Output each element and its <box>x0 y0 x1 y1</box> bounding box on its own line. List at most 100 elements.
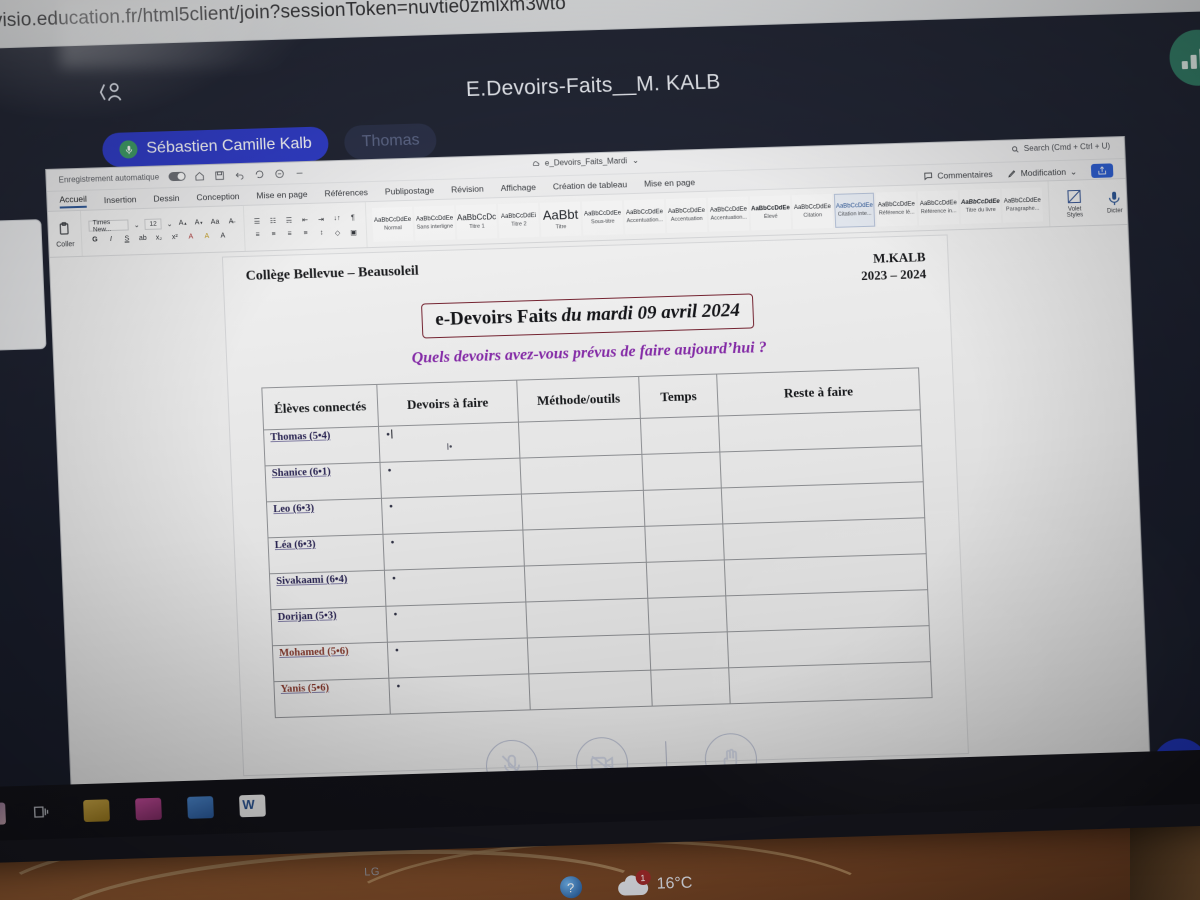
style-sous-titre[interactable]: AaBbCcDdEe Sous-titre <box>581 199 624 236</box>
methode-cell[interactable] <box>519 454 644 495</box>
align-left-icon[interactable]: ≡ <box>252 229 263 240</box>
tab-conception[interactable]: Conception <box>196 191 239 202</box>
media-app-icon[interactable] <box>135 797 162 821</box>
reste-cell[interactable] <box>718 409 922 452</box>
reste-cell[interactable] <box>719 445 924 488</box>
sort-icon[interactable]: ↓↑ <box>331 213 342 224</box>
italic-icon[interactable]: I <box>105 234 116 245</box>
tab-affichage[interactable]: Affichage <box>500 181 536 192</box>
superscript-icon[interactable]: x² <box>169 232 180 243</box>
thumbnail-preview-icon[interactable] <box>0 802 7 826</box>
document-page[interactable]: Collège Bellevue – Beausoleil M.KALB 202… <box>221 234 969 777</box>
folder-icon[interactable] <box>83 799 110 823</box>
style-accentuation-2[interactable]: AaBbCcDdEe Accentuation <box>665 197 708 233</box>
font-name-input[interactable]: Times New... <box>88 219 130 233</box>
participant-pill-attendee[interactable]: Thomas <box>344 123 438 160</box>
grow-font-icon[interactable]: A ▲ <box>177 218 188 229</box>
help-icon[interactable]: ? <box>559 875 583 899</box>
tab-mise-en-page[interactable]: Mise en page <box>256 188 307 200</box>
devoirs-cell[interactable]: • I• <box>378 422 520 463</box>
home-icon[interactable] <box>194 170 205 181</box>
chevron-down-icon[interactable]: ⌄ <box>167 220 173 228</box>
clear-formatting-icon[interactable]: A̶ <box>225 216 236 227</box>
multilevel-list-icon[interactable]: ☴ <box>283 214 294 225</box>
underline-icon[interactable]: S <box>121 233 132 244</box>
tab-dessin[interactable]: Dessin <box>153 192 179 203</box>
reste-cell[interactable] <box>721 481 925 524</box>
redo-icon[interactable] <box>254 168 265 179</box>
reste-cell[interactable] <box>724 553 928 596</box>
style-reference-legere[interactable]: AaBbCcDdEe Référence lé... <box>875 190 918 227</box>
show-marks-icon[interactable]: ¶ <box>347 212 358 223</box>
tab-accueil[interactable]: Accueil <box>59 193 88 209</box>
font-color-icon[interactable]: A <box>217 230 228 241</box>
devoirs-cell[interactable]: • <box>384 566 526 607</box>
chevron-down-icon[interactable]: ⌄ <box>134 221 140 229</box>
minimize-ribbon-icon[interactable] <box>274 168 285 179</box>
autosave-toggle[interactable] <box>167 171 186 182</box>
temps-cell[interactable] <box>644 523 725 563</box>
font-size-input[interactable]: 12 <box>144 218 162 230</box>
text-effects-icon[interactable]: A <box>185 231 196 242</box>
blue-app-icon[interactable] <box>187 796 214 819</box>
bold-icon[interactable]: G <box>89 234 100 245</box>
increase-indent-icon[interactable]: ⇥ <box>315 213 326 224</box>
devoirs-cell[interactable]: • <box>379 458 522 499</box>
word-icon[interactable] <box>239 794 266 818</box>
devoirs-cell[interactable]: • <box>381 494 523 535</box>
tab-references[interactable]: Références <box>324 187 368 198</box>
style-titre[interactable]: AaBbt Titre <box>540 201 582 237</box>
style-citation[interactable]: AaBbCcDdEe Citation <box>791 193 834 229</box>
shading-icon[interactable]: ◇ <box>332 227 343 238</box>
temps-cell[interactable] <box>649 631 729 671</box>
tab-publipostage[interactable]: Publipostage <box>385 185 435 196</box>
reste-cell[interactable] <box>722 517 927 560</box>
tab-revision[interactable]: Révision <box>451 183 484 194</box>
editor-button[interactable]: Rédacteur <box>1139 188 1151 213</box>
bullet-list-icon[interactable]: ☰ <box>251 215 262 226</box>
editing-mode-button[interactable]: Modification ⌄ <box>1006 166 1077 179</box>
highlight-icon[interactable]: A <box>201 231 212 242</box>
chevron-down-icon[interactable]: ⌄ <box>632 156 639 165</box>
temps-cell[interactable] <box>641 451 722 491</box>
temps-cell[interactable] <box>640 416 720 455</box>
numbered-list-icon[interactable]: ☷ <box>267 215 278 226</box>
style-normal[interactable]: AaBbCcDdEe Normal <box>372 206 414 242</box>
style-titre-du-livre[interactable]: AaBbCcDdEe Titre du livre <box>959 188 1002 224</box>
methode-cell[interactable] <box>525 598 650 638</box>
tab-mise-en-page-tableau[interactable]: Mise en page <box>644 177 695 189</box>
undo-icon[interactable] <box>234 169 245 180</box>
style-paragraphe[interactable]: AaBbCcDdEe Paragraphe... <box>1001 187 1044 223</box>
temps-cell[interactable] <box>643 487 723 527</box>
line-spacing-icon[interactable]: ↕ <box>316 227 327 238</box>
styles-pane-button[interactable]: Volet Styles <box>1059 188 1090 219</box>
style-citation-intense[interactable]: AaBbCcDdEe Citation inte... <box>833 192 876 228</box>
methode-cell[interactable] <box>518 418 642 459</box>
temps-cell[interactable] <box>647 595 728 635</box>
borders-icon[interactable]: ▣ <box>348 226 359 237</box>
align-right-icon[interactable]: ≡ <box>284 228 295 239</box>
tab-creation-de-tableau[interactable]: Création de tableau <box>553 179 628 191</box>
decrease-indent-icon[interactable]: ⇤ <box>299 214 310 225</box>
style-accentuation-1[interactable]: AaBbCcDdEe Accentuation... <box>623 198 666 234</box>
style-titre-2[interactable]: AaBbCcDdEi Titre 2 <box>498 202 540 238</box>
save-icon[interactable] <box>214 169 225 180</box>
comments-button[interactable]: Commentaires <box>923 169 993 181</box>
justify-icon[interactable]: ≡ <box>300 228 311 239</box>
address-bar-url[interactable]: w1.visio.education.fr/html5client/join?s… <box>0 0 566 33</box>
dictate-button[interactable]: Dicter <box>1099 189 1130 214</box>
temps-cell[interactable] <box>646 559 726 599</box>
devoirs-cell[interactable]: • <box>382 530 525 571</box>
paste-icon[interactable] <box>55 219 73 239</box>
task-view-icon[interactable] <box>31 801 58 824</box>
methode-cell[interactable] <box>527 634 651 674</box>
methode-cell[interactable] <box>522 526 647 567</box>
change-case-icon[interactable]: Aa <box>209 217 220 228</box>
weather-widget[interactable]: 1 16°C <box>617 869 693 896</box>
shrink-font-icon[interactable]: A ▼ <box>193 217 204 228</box>
share-button[interactable] <box>1090 163 1114 179</box>
reste-cell[interactable] <box>725 589 930 632</box>
align-center-icon[interactable]: ≡ <box>268 229 279 240</box>
methode-cell[interactable] <box>521 490 645 531</box>
devoirs-cell[interactable]: • <box>385 601 528 643</box>
